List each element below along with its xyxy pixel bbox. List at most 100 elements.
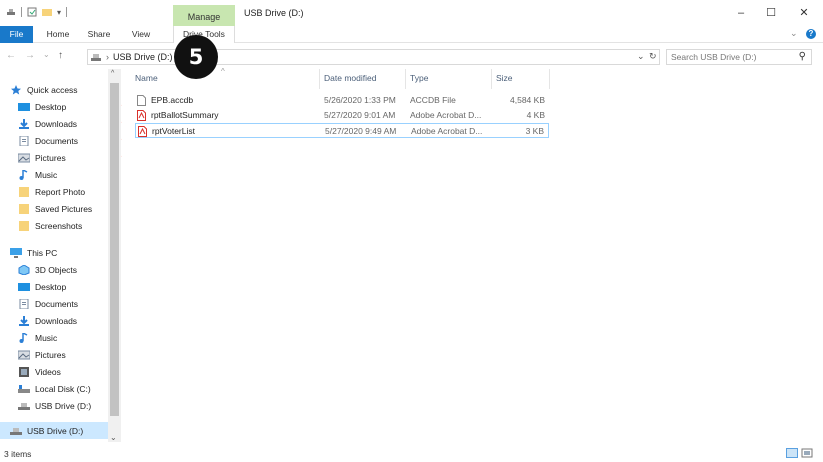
sidebar-item-label: This PC xyxy=(27,247,58,258)
drive-icon[interactable] xyxy=(6,7,16,17)
search-placeholder: Search USB Drive (D:) xyxy=(671,52,757,62)
sidebar-item-label: Videos xyxy=(35,366,61,377)
window-title: USB Drive (D:) xyxy=(244,8,304,18)
usb-drive-icon xyxy=(91,54,101,61)
sidebar-item-this-pc[interactable]: This PC xyxy=(10,244,118,261)
sidebar-item-label: Desktop xyxy=(35,281,67,292)
column-divider[interactable] xyxy=(549,69,550,89)
close-button[interactable]: ✕ xyxy=(789,4,819,22)
file-list: ^ Name Date modified Type Size EPB.accdb… xyxy=(121,67,823,442)
3d-objects-icon xyxy=(18,264,30,275)
pictures-icon xyxy=(18,153,30,162)
breadcrumb-usb-drive[interactable]: USB Drive (D:) xyxy=(113,52,173,62)
maximize-button[interactable]: ☐ xyxy=(756,4,786,22)
column-divider[interactable] xyxy=(405,69,406,89)
quick-access-toolbar: ▾ xyxy=(6,7,68,17)
column-divider[interactable] xyxy=(319,69,320,89)
title-bar: ▾ Manage USB Drive (D:) – ☐ ✕ xyxy=(0,0,823,26)
refresh-icon[interactable]: ↻ xyxy=(649,51,657,62)
file-size: 3 KB xyxy=(525,126,544,136)
tab-share[interactable]: Share xyxy=(84,26,114,43)
recent-locations-button[interactable]: ⌄ xyxy=(43,50,50,59)
sidebar-item-quick-access[interactable]: Quick access xyxy=(10,81,118,98)
sidebar-item-label: Desktop xyxy=(35,101,67,112)
sidebar-item-label: USB Drive (D:) xyxy=(27,425,84,436)
up-button[interactable]: ↑ xyxy=(58,50,63,61)
search-icon[interactable]: ⚲ xyxy=(799,51,806,62)
customize-toolbar-icon[interactable]: ▾ xyxy=(57,8,61,17)
pdf-icon xyxy=(137,110,146,121)
sidebar-item-label: Quick access xyxy=(27,84,78,95)
downloads-icon xyxy=(19,315,29,326)
help-icon[interactable]: ? xyxy=(806,29,816,39)
sidebar-item-label: Downloads xyxy=(35,118,78,129)
music-icon xyxy=(19,169,28,180)
step-number-badge: 5 xyxy=(174,35,218,79)
ribbon-tabs: File Home Share View Drive Tools ⌄ ? xyxy=(0,26,823,43)
back-button[interactable]: ← xyxy=(6,50,16,61)
sidebar-item-label: Music xyxy=(35,169,58,180)
details-view-button[interactable] xyxy=(786,448,798,458)
documents-icon xyxy=(19,135,29,146)
file-icon xyxy=(137,95,146,106)
sidebar-item-label: USB Drive (D:) xyxy=(35,400,92,411)
music-icon xyxy=(19,332,28,343)
sidebar-item-label: 3D Objects xyxy=(35,264,78,275)
usb-drive-icon xyxy=(10,427,22,435)
sidebar-item-label: Local Disk (C:) xyxy=(35,383,91,394)
properties-icon[interactable] xyxy=(27,7,37,17)
tab-home[interactable]: Home xyxy=(43,26,73,43)
column-divider[interactable] xyxy=(491,69,492,89)
file-name: EPB.accdb xyxy=(151,95,194,105)
file-name: rptVoterList xyxy=(152,126,195,136)
toolbar-separator xyxy=(21,7,22,17)
file-size: 4,584 KB xyxy=(510,95,545,105)
sidebar-item-label: Saved Pictures xyxy=(35,203,93,214)
manage-context-tab[interactable]: Manage xyxy=(173,5,235,26)
new-folder-icon[interactable] xyxy=(42,7,52,17)
sidebar-item-label: Screenshots xyxy=(35,220,83,231)
expand-ribbon-icon[interactable]: ⌄ xyxy=(790,28,798,39)
column-header-type[interactable]: Type xyxy=(410,73,428,83)
column-header-size[interactable]: Size xyxy=(496,73,513,83)
file-name: rptBallotSummary xyxy=(151,110,219,120)
toolbar-separator xyxy=(66,7,68,17)
sidebar-item-label: Downloads xyxy=(35,315,78,326)
file-row[interactable]: EPB.accdb 5/26/2020 1:33 PM ACCDB File 4… xyxy=(135,93,549,108)
sidebar-item-label: Documents xyxy=(35,135,78,146)
file-row-selected[interactable]: rptVoterList 5/27/2020 9:49 AM Adobe Acr… xyxy=(135,123,549,138)
address-bar[interactable]: › USB Drive (D:) ⌄ ↻ xyxy=(87,49,660,65)
sidebar-item-usb-drive-root[interactable]: USB Drive (D:) xyxy=(0,422,108,439)
sort-indicator-icon: ^ xyxy=(221,67,225,76)
usb-drive-icon xyxy=(18,402,30,410)
file-date: 5/27/2020 9:49 AM xyxy=(325,126,397,136)
tab-file[interactable]: File xyxy=(0,26,33,43)
file-type: ACCDB File xyxy=(410,95,456,105)
large-icons-view-button[interactable] xyxy=(801,448,813,458)
scroll-up-icon[interactable]: ^ xyxy=(111,70,114,77)
file-row[interactable]: rptBallotSummary 5/27/2020 9:01 AM Adobe… xyxy=(135,108,549,123)
file-size: 4 KB xyxy=(526,110,545,120)
navigation-bar: ← → ⌄ ↑ › USB Drive (D:) ⌄ ↻ Search USB … xyxy=(0,47,823,67)
pictures-icon xyxy=(18,350,30,359)
desktop-icon xyxy=(18,102,30,111)
desktop-icon xyxy=(18,282,30,291)
videos-icon xyxy=(19,366,29,377)
documents-icon xyxy=(19,298,29,309)
forward-button[interactable]: → xyxy=(25,50,35,61)
folder-icon xyxy=(19,220,29,231)
minimize-button[interactable]: – xyxy=(726,4,756,22)
file-date: 5/27/2020 9:01 AM xyxy=(324,110,396,120)
tab-view[interactable]: View xyxy=(127,26,155,43)
search-input[interactable]: Search USB Drive (D:) ⚲ xyxy=(666,49,812,65)
breadcrumb-separator: › xyxy=(106,52,109,62)
folder-icon xyxy=(19,186,29,197)
scrollbar-thumb[interactable] xyxy=(110,83,119,416)
column-header-name[interactable]: Name xyxy=(135,73,158,83)
column-header-date[interactable]: Date modified xyxy=(324,73,376,83)
address-dropdown-icon[interactable]: ⌄ xyxy=(637,51,645,62)
sidebar-item-label: Documents xyxy=(35,298,78,309)
scroll-down-icon[interactable]: ⌄ xyxy=(110,433,117,442)
sidebar-item-label: Music xyxy=(35,332,58,343)
navigation-pane: Quick access Desktop 📌 Downloads 📌 Docum… xyxy=(0,69,122,442)
